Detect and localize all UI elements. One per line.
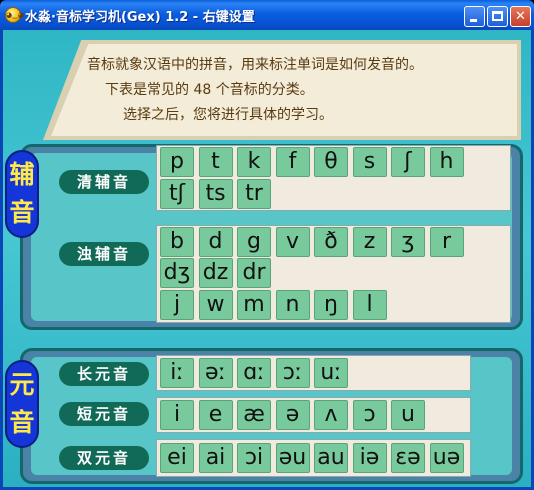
voiceless-consonant-key[interactable]: f bbox=[275, 147, 310, 177]
voiceless-consonant-key[interactable]: ts bbox=[198, 179, 233, 209]
app-face-icon[interactable]: ◕‿◕ bbox=[5, 7, 24, 23]
short-vowel-label[interactable]: 短元音 bbox=[59, 402, 149, 426]
title-bar[interactable]: ◕‿◕ 水淼·音标学习机(Gex) 1.2 - 右键设置 ✕ bbox=[0, 0, 534, 30]
short-vowel-key[interactable]: æ bbox=[237, 400, 271, 430]
vowel-category-label[interactable]: 元 音 bbox=[5, 360, 39, 448]
intro-line-2: 下表是常见的 48 个音标的分类。 bbox=[105, 82, 314, 98]
voiced-consonant-key[interactable]: r bbox=[429, 227, 464, 257]
maximize-button[interactable] bbox=[487, 6, 508, 27]
voiced-consonant-key[interactable]: w bbox=[198, 290, 233, 320]
consonant-category-label[interactable]: 辅 音 bbox=[5, 150, 39, 238]
vowel-label-bottom: 音 bbox=[9, 408, 35, 437]
voiced-consonant-key[interactable]: dr bbox=[237, 258, 271, 288]
voiceless-consonant-key[interactable]: p bbox=[160, 147, 194, 177]
voiceless-consonant-key[interactable]: ʃ bbox=[391, 147, 425, 177]
long-vowel-key[interactable]: əː bbox=[198, 358, 233, 388]
voiceless-consonant-key[interactable]: t bbox=[198, 147, 233, 177]
voiced-consonant-key[interactable]: dʒ bbox=[160, 258, 194, 288]
voiceless-consonant-key[interactable]: tʃ bbox=[160, 179, 194, 209]
voiceless-consonant-key[interactable]: tr bbox=[237, 179, 271, 209]
consonant-label-top: 辅 bbox=[9, 160, 35, 189]
short-vowel-key[interactable]: e bbox=[198, 400, 233, 430]
long-vowel-key[interactable]: iː bbox=[160, 358, 194, 388]
voiced-consonant-key[interactable]: d bbox=[198, 227, 233, 257]
voiced-consonant-key[interactable]: b bbox=[160, 227, 194, 257]
voiced-consonant-key[interactable]: dz bbox=[198, 258, 233, 288]
short-vowel-key[interactable]: ʌ bbox=[314, 400, 348, 430]
voiced-consonant-key[interactable]: v bbox=[275, 227, 310, 257]
diphthong-key[interactable]: uə bbox=[429, 443, 464, 473]
voiced-consonant-key[interactable]: ð bbox=[314, 227, 348, 257]
voiced-consonant-key[interactable]: g bbox=[237, 227, 271, 257]
short-vowel-key[interactable]: u bbox=[391, 400, 425, 430]
voiced-consonant-key[interactable]: j bbox=[160, 290, 194, 320]
voiced-consonant-key[interactable]: ŋ bbox=[314, 290, 348, 320]
diphthong-key[interactable]: ɔi bbox=[237, 443, 271, 473]
vowel-label-top: 元 bbox=[9, 370, 35, 399]
short-vowel-key[interactable]: i bbox=[160, 400, 194, 430]
diphthong-key[interactable]: əu bbox=[275, 443, 310, 473]
voiced-consonant-key[interactable]: z bbox=[352, 227, 387, 257]
long-vowel-label[interactable]: 长元音 bbox=[59, 362, 149, 386]
voiced-consonant-label[interactable]: 浊辅音 bbox=[59, 242, 149, 266]
voiced-consonant-key[interactable]: ʒ bbox=[391, 227, 425, 257]
short-vowel-key[interactable]: ɔ bbox=[352, 400, 387, 430]
diphthong-key[interactable]: ei bbox=[160, 443, 194, 473]
diphthong-key[interactable]: ɛə bbox=[391, 443, 425, 473]
minimize-button[interactable] bbox=[464, 6, 485, 27]
close-button[interactable]: ✕ bbox=[510, 6, 531, 27]
voiceless-consonant-key[interactable]: k bbox=[237, 147, 271, 177]
intro-line-1: 音标就象汉语中的拼音，用来标注单词是如何发音的。 bbox=[87, 57, 423, 73]
consonant-label-bottom: 音 bbox=[9, 198, 35, 227]
voiceless-consonant-label[interactable]: 清辅音 bbox=[59, 170, 149, 194]
voiceless-consonant-key[interactable]: s bbox=[352, 147, 387, 177]
intro-line-3: 选择之后，您将进行具体的学习。 bbox=[123, 107, 333, 123]
diphthong-label[interactable]: 双元音 bbox=[59, 446, 149, 470]
voiceless-consonant-key[interactable]: θ bbox=[314, 147, 348, 177]
diphthong-key[interactable]: ai bbox=[198, 443, 233, 473]
voiced-consonant-key[interactable]: m bbox=[237, 290, 271, 320]
maximize-icon bbox=[492, 11, 503, 21]
voiced-consonant-key[interactable]: l bbox=[352, 290, 387, 320]
voiceless-consonant-key[interactable]: h bbox=[429, 147, 464, 177]
short-vowel-key[interactable]: ə bbox=[275, 400, 310, 430]
window-title: 水淼·音标学习机(Gex) 1.2 - 右键设置 bbox=[25, 10, 255, 25]
minimize-icon bbox=[470, 19, 477, 22]
voiced-consonant-key[interactable]: n bbox=[275, 290, 310, 320]
long-vowel-key[interactable]: uː bbox=[314, 358, 348, 388]
diphthong-key[interactable]: iə bbox=[352, 443, 387, 473]
diphthong-key[interactable]: au bbox=[314, 443, 348, 473]
close-icon: ✕ bbox=[515, 9, 526, 24]
long-vowel-key[interactable]: ɑː bbox=[237, 358, 271, 388]
long-vowel-key[interactable]: ɔː bbox=[275, 358, 310, 388]
main-area: 音标就象汉语中的拼音，用来标注单词是如何发音的。 下表是常见的 48 个音标的分… bbox=[3, 30, 531, 487]
